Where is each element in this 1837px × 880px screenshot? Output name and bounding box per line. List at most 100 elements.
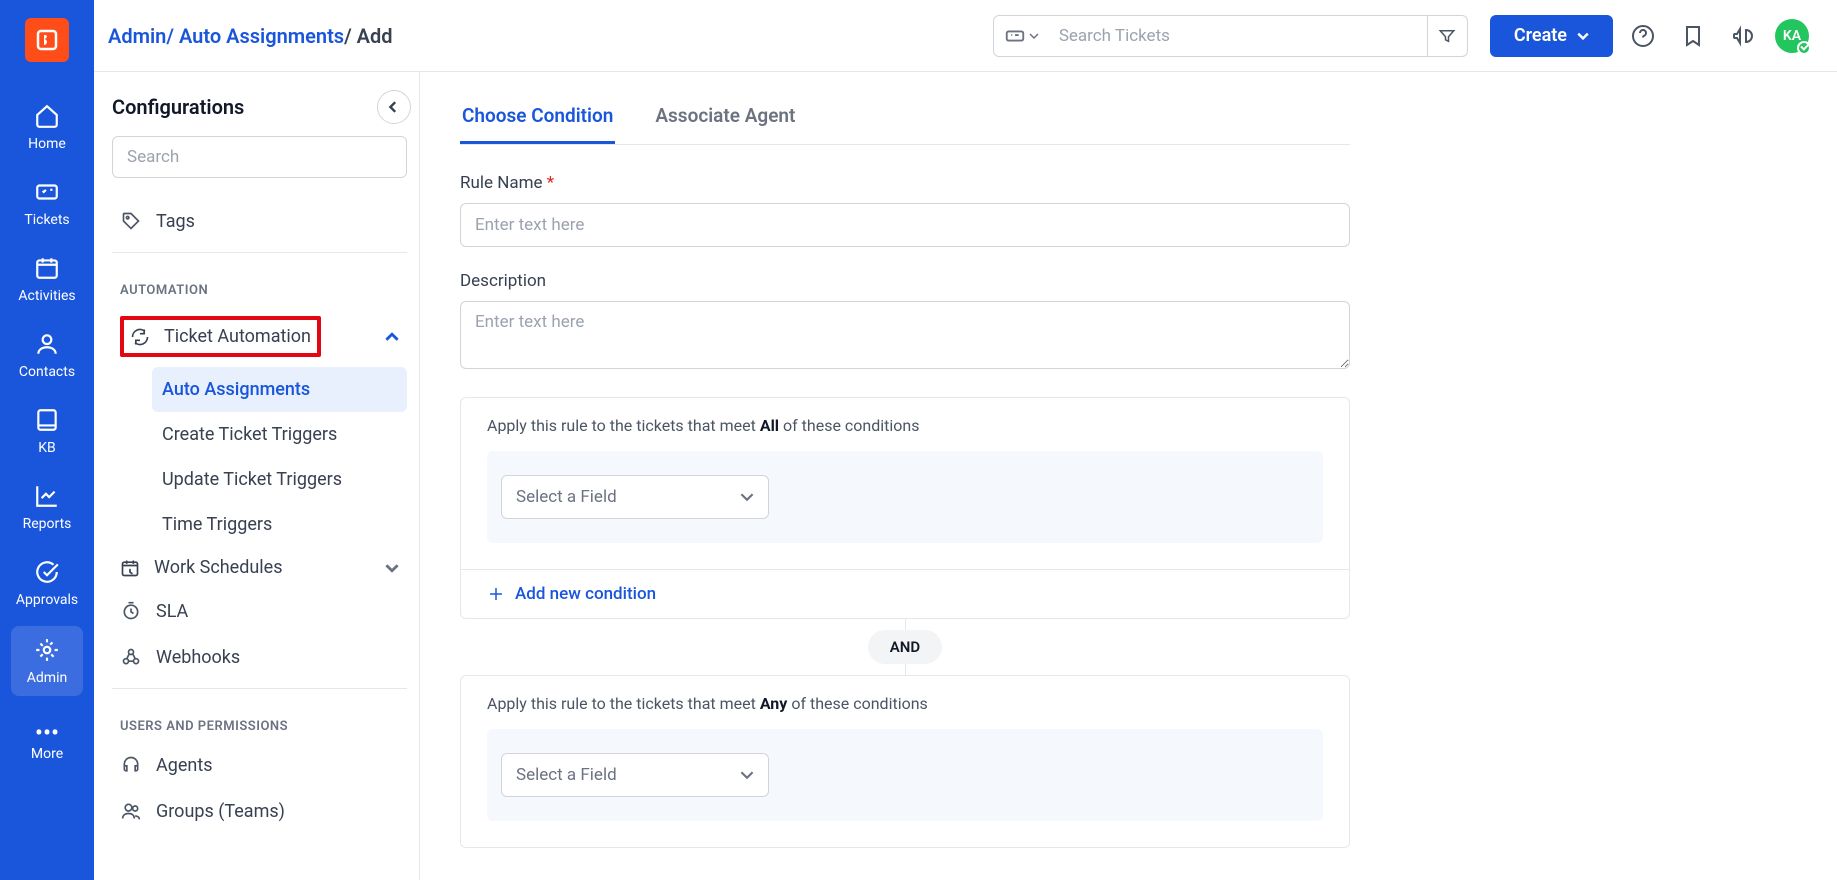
sidebar-item-work-schedules[interactable]: Work Schedules [112, 547, 407, 588]
megaphone-icon [1731, 24, 1755, 48]
rail-label: Approvals [16, 592, 78, 608]
conditions-all-card: Apply this rule to the tickets that meet… [460, 397, 1350, 619]
headset-icon [120, 754, 142, 776]
sidebar-item-sla[interactable]: SLA [112, 588, 407, 634]
sub-create-ticket-triggers[interactable]: Create Ticket Triggers [152, 412, 407, 457]
chevron-down-icon [1577, 30, 1589, 42]
schedule-icon [120, 558, 140, 578]
breadcrumb: Admin/ Auto Assignments/ Add [108, 24, 393, 48]
sidebar-item-label: SLA [156, 601, 188, 622]
tag-icon [120, 210, 142, 232]
rail-label: Activities [18, 288, 75, 304]
sub-update-ticket-triggers[interactable]: Update Ticket Triggers [152, 457, 407, 502]
gear-icon [33, 636, 61, 664]
sidebar-item-label: Work Schedules [154, 557, 283, 578]
chevron-down-icon [740, 768, 754, 782]
select-field-dropdown-any[interactable]: Select a Field [501, 753, 769, 797]
config-sidebar: Configurations Tags AUTOMATION Ticket Au… [94, 72, 420, 880]
search-input[interactable] [1049, 26, 1427, 46]
sidebar-item-agents[interactable]: Agents [112, 742, 407, 788]
bookmark-button[interactable] [1673, 16, 1713, 56]
sub-time-triggers[interactable]: Time Triggers [152, 502, 407, 547]
sidebar-item-webhooks[interactable]: Webhooks [112, 634, 407, 680]
and-connector-pill[interactable]: AND [868, 630, 942, 664]
select-field-dropdown-all[interactable]: Select a Field [501, 475, 769, 519]
ticket-icon [33, 178, 61, 206]
tab-choose-condition[interactable]: Choose Condition [460, 96, 615, 144]
rail-label: Reports [23, 516, 72, 532]
calendar-icon [33, 254, 61, 282]
rail-label: More [31, 746, 63, 762]
sidebar-item-label: Ticket Automation [164, 326, 311, 347]
more-icon: ••• [33, 712, 61, 740]
chevron-left-icon [388, 101, 400, 113]
search-scope-dropdown[interactable] [994, 25, 1049, 47]
rail-more[interactable]: ••• More [0, 700, 94, 776]
automation-icon [130, 327, 150, 347]
rail-tickets[interactable]: Tickets [0, 166, 94, 242]
sidebar-item-label: Agents [156, 755, 213, 776]
webhook-icon [120, 646, 142, 668]
conditions-all-header: Apply this rule to the tickets that meet… [461, 398, 1349, 435]
rail-label: KB [38, 440, 56, 456]
check-circle-icon [33, 558, 61, 586]
filter-button[interactable] [1427, 16, 1467, 56]
section-automation-label: AUTOMATION [112, 261, 407, 306]
collapse-sidebar-button[interactable] [377, 90, 411, 124]
rail-activities[interactable]: Activities [0, 242, 94, 318]
help-button[interactable] [1623, 16, 1663, 56]
book-icon [33, 406, 61, 434]
filter-icon [1438, 27, 1456, 45]
users-icon [120, 800, 142, 822]
rule-name-input[interactable] [460, 203, 1350, 247]
sidebar-item-ticket-automation[interactable]: Ticket Automation [112, 306, 407, 367]
rail-admin[interactable]: Admin [11, 626, 83, 696]
chevron-up-icon [385, 330, 399, 344]
sla-icon [120, 600, 142, 622]
config-search-input[interactable] [112, 136, 407, 178]
breadcrumb-admin[interactable]: Admin [108, 24, 166, 48]
select-field-label: Select a Field [516, 487, 617, 507]
avatar-initials: KA [1783, 28, 1801, 44]
sidebar-item-label: Groups (Teams) [156, 801, 285, 822]
config-title: Configurations [112, 95, 244, 119]
description-label: Description [460, 271, 1350, 291]
sidebar-item-label: Tags [156, 211, 195, 232]
announcements-button[interactable] [1723, 16, 1763, 56]
add-condition-label: Add new condition [515, 584, 656, 604]
chevron-down-icon [385, 561, 399, 575]
rail-approvals[interactable]: Approvals [0, 546, 94, 622]
user-avatar[interactable]: KA [1775, 19, 1809, 53]
section-users-perms-label: USERS AND PERMISSIONS [112, 697, 407, 742]
conditions-any-card: Apply this rule to the tickets that meet… [460, 675, 1350, 848]
app-logo[interactable] [25, 18, 69, 62]
add-condition-button-all[interactable]: Add new condition [487, 584, 656, 604]
top-header: Admin/ Auto Assignments/ Add Create KA [94, 0, 1837, 72]
sidebar-item-tags[interactable]: Tags [112, 198, 407, 244]
description-input[interactable] [460, 301, 1350, 369]
plus-icon [487, 585, 505, 603]
sidebar-item-groups[interactable]: Groups (Teams) [112, 788, 407, 834]
ticket-icon [1004, 25, 1026, 47]
rail-reports[interactable]: Reports [0, 470, 94, 546]
tab-associate-agent[interactable]: Associate Agent [653, 96, 797, 144]
main-content: Choose Condition Associate Agent Rule Na… [420, 72, 1837, 880]
select-field-label: Select a Field [516, 765, 617, 785]
condition-connector: AND [460, 619, 1350, 675]
rail-contacts[interactable]: Contacts [0, 318, 94, 394]
help-icon [1631, 24, 1655, 48]
home-icon [33, 102, 61, 130]
rail-label: Contacts [19, 364, 75, 380]
icon-rail: Home Tickets Activities Contacts KB Repo… [0, 0, 94, 880]
rail-home[interactable]: Home [0, 90, 94, 166]
bookmark-icon [1681, 24, 1705, 48]
rail-label: Admin [27, 670, 67, 686]
search-tickets-wrap [993, 15, 1468, 57]
breadcrumb-auto-assignments[interactable]: Auto Assignments [179, 24, 344, 48]
create-button-label: Create [1514, 25, 1567, 46]
status-badge-online [1797, 41, 1811, 55]
rail-kb[interactable]: KB [0, 394, 94, 470]
create-button[interactable]: Create [1490, 15, 1613, 57]
sub-auto-assignments[interactable]: Auto Assignments [152, 367, 407, 412]
rule-name-label: Rule Name * [460, 173, 1350, 193]
